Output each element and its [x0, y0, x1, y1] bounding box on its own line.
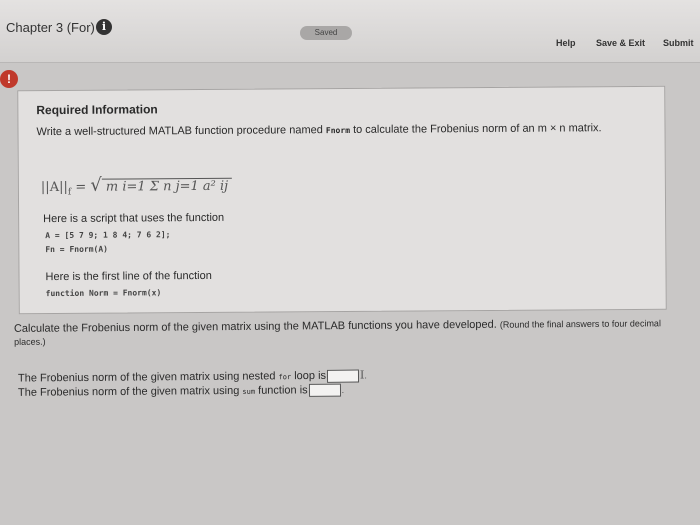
saved-status-badge: Saved — [300, 26, 352, 40]
answer1-text-start: The Frobenius norm of the given matrix u… — [17, 370, 276, 385]
answer1-text-end: loop is — [294, 369, 327, 383]
help-button[interactable]: Help — [556, 38, 576, 48]
prompt-text-start: Write a well-structured MATLAB function … — [36, 124, 323, 139]
required-information-box: Required Information Write a well-struct… — [17, 85, 667, 315]
answer-input-for-loop[interactable] — [326, 369, 360, 383]
frobenius-formula: ||A||f = √ m i=1 Σ n j=1 a² ij — [40, 174, 233, 198]
answer-input-sum[interactable] — [308, 383, 341, 397]
question-text: Calculate the Frobenius norm of the give… — [14, 317, 686, 349]
answer2-end-dot: . — [341, 384, 345, 396]
sqrt-symbol: √ — [90, 174, 102, 196]
answer2-text-start: The Frobenius norm of the given matrix u… — [17, 384, 240, 399]
answer1-code: for — [278, 373, 292, 382]
required-information-title: Required Information — [36, 102, 158, 118]
formula-radicand: m i=1 Σ n j=1 a² ij — [101, 177, 233, 195]
answer1-end-dot: . — [364, 370, 367, 381]
formula-equals: = — [75, 179, 87, 195]
answer2-text-end: function is — [258, 384, 308, 397]
question-main: Calculate the Frobenius norm of the give… — [13, 318, 497, 335]
save-exit-button[interactable]: Save & Exit — [596, 38, 645, 48]
code-line-function: function Norm = Fnorm(x) — [45, 288, 162, 299]
answer2-code: sum — [242, 387, 256, 396]
answer-row-sum: The Frobenius norm of the given matrix u… — [17, 383, 345, 400]
problem-prompt: Write a well-structured MATLAB function … — [36, 121, 636, 140]
info-icon[interactable]: i — [96, 19, 112, 35]
chapter-title: Chapter 3 (For) — [6, 20, 95, 35]
code-line-call: Fn = Fnorm(A) — [45, 244, 108, 255]
prompt-function-name: Fnorm — [325, 125, 351, 136]
formula-subscript: f — [67, 187, 72, 198]
top-bar: Chapter 3 (For) i Saved Help Save & Exit… — [0, 0, 700, 63]
answer-row-for-loop: The Frobenius norm of the given matrix u… — [18, 368, 367, 385]
code-line-matrix: A = [5 7 9; 1 8 4; 7 6 2]; — [45, 230, 171, 241]
first-line-label: Here is the first line of the function — [45, 269, 212, 284]
submit-button[interactable]: Submit — [663, 38, 694, 48]
formula-lhs: ||A|| — [40, 179, 68, 196]
script-label: Here is a script that uses the function — [43, 211, 225, 226]
prompt-text-end: to calculate the Frobenius norm of an m … — [353, 122, 602, 136]
alert-icon: ! — [0, 70, 18, 88]
